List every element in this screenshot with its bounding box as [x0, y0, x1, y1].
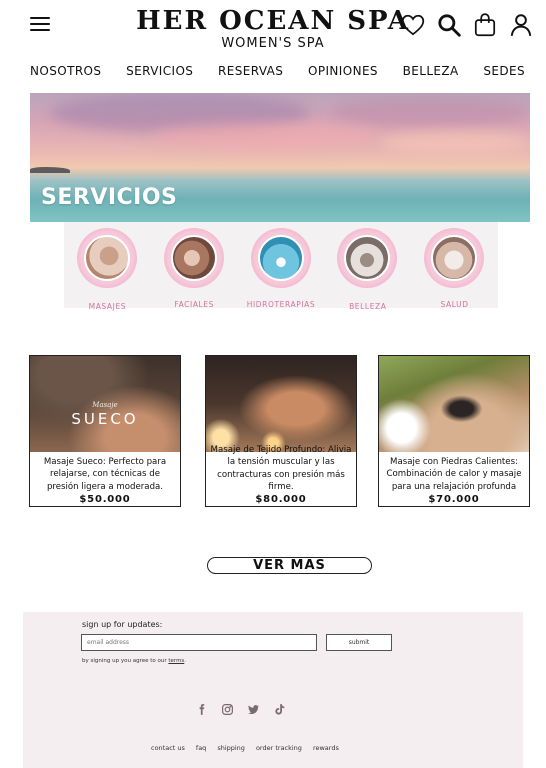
category-faciales[interactable]: FACIALES [151, 222, 238, 309]
email-field[interactable] [81, 634, 317, 651]
category-hidroterapias[interactable]: HIDROTERAPIAS [238, 222, 325, 309]
terms-notice-text: by signing up you agree to our [82, 658, 169, 664]
service-card-sueco[interactable]: Masaje SUECO Masaje Sueco: Perfecto para… [29, 355, 181, 507]
footer-link-shipping[interactable]: shipping [217, 744, 245, 752]
hero-shoreline [30, 167, 70, 173]
card-price: $50.000 [79, 493, 131, 505]
category-image [84, 235, 130, 281]
instagram-icon[interactable] [221, 703, 234, 716]
card-image [206, 356, 356, 452]
nav-item-servicios[interactable]: SERVICIOS [126, 64, 193, 78]
nav-item-belleza[interactable]: BELLEZA [403, 64, 459, 78]
footer-link-rewards[interactable]: rewards [313, 744, 339, 752]
category-label: HIDROTERAPIAS [246, 300, 316, 309]
nav-item-reservas[interactable]: RESERVAS [218, 64, 283, 78]
category-belleza[interactable]: BELLEZA [324, 222, 411, 311]
site-footer: sign up for updates: submit by signing u… [23, 612, 523, 768]
category-label: FACIALES [174, 300, 215, 309]
footer-link-faq[interactable]: faq [196, 744, 206, 752]
brand-subtitle: WOMEN'S SPA [221, 36, 325, 51]
bag-icon[interactable] [472, 12, 498, 38]
signup-label: sign up for updates: [82, 620, 163, 629]
footer-links: contact us faq shipping order tracking r… [151, 744, 339, 752]
submit-button[interactable]: submit [326, 634, 392, 651]
terms-notice-end: . [184, 658, 187, 664]
card-description: Masaje con Piedras Calientes: Combinació… [386, 457, 522, 492]
category-salud[interactable]: SALUD [411, 222, 498, 309]
nav-item-sedes[interactable]: SEDES [483, 64, 525, 78]
nav-item-opiniones[interactable]: OPINIONES [308, 64, 378, 78]
card-price: $80.000 [255, 494, 307, 506]
card-overlay-title: SUECO [71, 410, 139, 428]
twitter-icon[interactable] [247, 703, 260, 716]
category-masajes[interactable]: MASAJES [64, 222, 151, 311]
heart-icon[interactable] [400, 12, 426, 38]
card-text: Masaje con Piedras Calientes: Combinació… [383, 456, 525, 506]
category-label: BELLEZA [349, 302, 387, 311]
card-description: Masaje Sueco: Perfecto para relajarse, c… [43, 457, 167, 492]
category-image [431, 235, 478, 281]
category-label: MASAJES [88, 302, 127, 311]
nav-item-nosotros[interactable]: NOSOTROS [30, 64, 101, 78]
card-overlay-caption: Masaje [92, 401, 118, 409]
category-image [257, 235, 304, 281]
footer-link-contact[interactable]: contact us [151, 744, 185, 752]
ver-mas-button[interactable]: VER MAS [207, 557, 372, 574]
user-icon[interactable] [508, 12, 534, 38]
card-description: Masaje de Tejido Profundo: Alivia la ten… [210, 445, 352, 492]
category-image [170, 235, 217, 281]
search-icon[interactable] [436, 12, 462, 38]
tiktok-icon[interactable] [273, 703, 286, 716]
card-text: Masaje de Tejido Profundo: Alivia la ten… [210, 444, 352, 506]
category-strip: MASAJES FACIALES HIDROTERAPIAS BELLEZA S… [64, 222, 498, 311]
service-card-tejido-profundo[interactable]: Masaje de Tejido Profundo: Alivia la ten… [205, 355, 357, 507]
terms-notice: by signing up you agree to our terms. [82, 658, 186, 664]
card-text: Masaje Sueco: Perfecto para relajarse, c… [34, 456, 176, 506]
social-links [195, 703, 286, 716]
card-image [379, 356, 529, 452]
main-nav: NOSOTROS SERVICIOS RESERVAS OPINIONES BE… [30, 64, 525, 78]
site-header: HER OCEAN SPA WOMEN'S SPA [0, 0, 546, 60]
header-actions [400, 12, 534, 38]
hero-title: SERVICIOS [41, 185, 178, 210]
terms-link[interactable]: terms [168, 658, 184, 664]
service-card-piedras-calientes[interactable]: Masaje con Piedras Calientes: Combinació… [378, 355, 530, 507]
footer-link-order-tracking[interactable]: order tracking [256, 744, 302, 752]
facebook-icon[interactable] [195, 703, 208, 716]
card-image: Masaje SUECO [30, 356, 180, 452]
hero-banner: SERVICIOS [30, 93, 530, 222]
category-label: SALUD [440, 300, 469, 309]
card-price: $70.000 [428, 493, 480, 505]
